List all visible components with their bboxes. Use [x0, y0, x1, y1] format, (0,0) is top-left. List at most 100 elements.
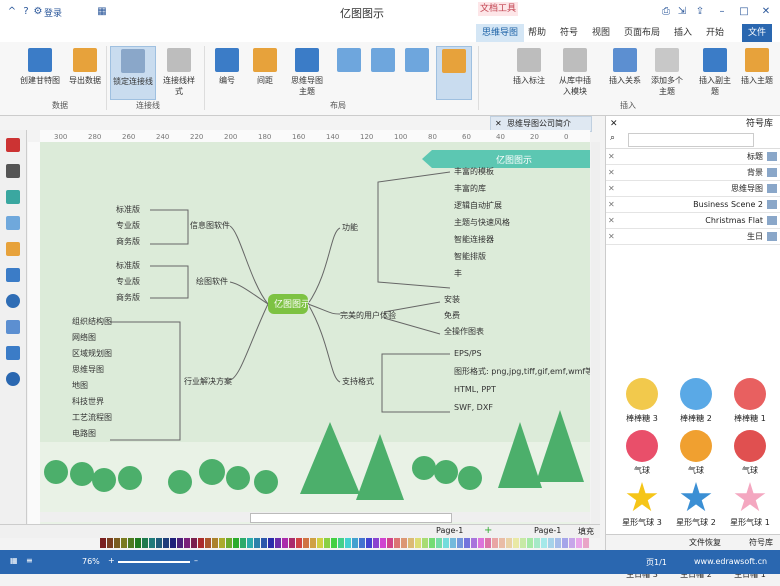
- globe-icon[interactable]: [6, 294, 20, 308]
- color-swatch[interactable]: [254, 538, 260, 548]
- color-swatch[interactable]: [219, 538, 225, 548]
- grid-view-icon[interactable]: ▦: [10, 556, 18, 565]
- symbol-item[interactable]: 星形气球 3: [618, 482, 666, 534]
- color-swatch[interactable]: [415, 538, 421, 548]
- color-swatch[interactable]: [310, 538, 316, 548]
- color-swatch[interactable]: [548, 538, 554, 548]
- color-swatch[interactable]: [121, 538, 127, 548]
- search-icon[interactable]: ⌕: [610, 133, 615, 143]
- insert-topic-button[interactable]: 插入主题: [738, 46, 776, 98]
- color-swatch[interactable]: [359, 538, 365, 548]
- color-swatch[interactable]: [513, 538, 519, 548]
- spacing-button[interactable]: 间距: [246, 46, 284, 98]
- color-palette[interactable]: [100, 538, 600, 550]
- category-item[interactable]: ✕ Business Scene 2: [606, 197, 780, 213]
- minimize-icon[interactable]: –: [716, 6, 728, 18]
- chevron-up-icon[interactable]: ^: [6, 6, 18, 18]
- color-swatch[interactable]: [226, 538, 232, 548]
- color-swatch[interactable]: [100, 538, 106, 548]
- color-swatch[interactable]: [247, 538, 253, 548]
- symbol-item[interactable]: 棒棒糖 3: [618, 378, 666, 430]
- zoom-slider[interactable]: [118, 561, 190, 563]
- horizontal-scrollbar[interactable]: [40, 512, 590, 523]
- symbol-item[interactable]: 星形气球 1: [726, 482, 774, 534]
- help-icon[interactable]: [6, 372, 20, 386]
- color-swatch[interactable]: [289, 538, 295, 548]
- symbol-item[interactable]: 星形气球 2: [672, 482, 720, 534]
- color-swatch[interactable]: [191, 538, 197, 548]
- layout-mindmap-button[interactable]: [436, 46, 472, 100]
- color-swatch[interactable]: [450, 538, 456, 548]
- tab-mindmap[interactable]: 思维导图: [476, 24, 525, 42]
- close-icon[interactable]: ✕: [608, 181, 615, 196]
- color-swatch[interactable]: [380, 538, 386, 548]
- color-swatch[interactable]: [163, 538, 169, 548]
- color-swatch[interactable]: [233, 538, 239, 548]
- color-swatch[interactable]: [373, 538, 379, 548]
- color-swatch[interactable]: [205, 538, 211, 548]
- color-swatch[interactable]: [436, 538, 442, 548]
- category-item[interactable]: ✕ 标题: [606, 149, 780, 165]
- category-item[interactable]: ✕ 背景: [606, 165, 780, 181]
- color-swatch[interactable]: [394, 538, 400, 548]
- color-swatch[interactable]: [331, 538, 337, 548]
- export-icon[interactable]: ⇲: [676, 6, 688, 18]
- layers-icon[interactable]: [6, 242, 20, 256]
- apps-icon[interactable]: ▦: [96, 6, 108, 18]
- color-swatch[interactable]: [107, 538, 113, 548]
- close-icon[interactable]: ✕: [608, 149, 615, 164]
- zoom-in-icon[interactable]: +: [108, 556, 115, 565]
- close-icon[interactable]: ✕: [608, 197, 615, 212]
- maximize-icon[interactable]: □: [738, 6, 750, 18]
- insert-subtopic-button[interactable]: 插入副主题: [696, 46, 734, 98]
- close-icon[interactable]: ✕: [760, 6, 772, 18]
- search-input[interactable]: [628, 133, 754, 147]
- color-swatch[interactable]: [198, 538, 204, 548]
- color-swatch[interactable]: [443, 538, 449, 548]
- close-icon[interactable]: ✕: [608, 213, 615, 228]
- color-swatch[interactable]: [184, 538, 190, 548]
- help-icon[interactable]: ?: [20, 6, 32, 18]
- close-icon[interactable]: ✕: [608, 165, 615, 180]
- close-icon[interactable]: ✕: [608, 229, 615, 244]
- color-swatch[interactable]: [429, 538, 435, 548]
- color-swatch[interactable]: [583, 538, 589, 548]
- symbol-item[interactable]: 气球: [618, 430, 666, 482]
- attachment-icon[interactable]: [6, 320, 20, 334]
- color-swatch[interactable]: [527, 538, 533, 548]
- vertical-scrollbar[interactable]: [591, 142, 600, 524]
- color-swatch[interactable]: [170, 538, 176, 548]
- color-swatch[interactable]: [149, 538, 155, 548]
- format-painter-icon[interactable]: [6, 138, 20, 152]
- tab-symbols-panel[interactable]: 符号库: [749, 537, 773, 548]
- color-swatch[interactable]: [240, 538, 246, 548]
- line-icon[interactable]: [6, 164, 20, 178]
- color-swatch[interactable]: [499, 538, 505, 548]
- add-multiple-topics-button[interactable]: 添加多个主题: [648, 46, 686, 98]
- color-swatch[interactable]: [464, 538, 470, 548]
- category-item[interactable]: ✕ 生日: [606, 229, 780, 245]
- color-swatch[interactable]: [135, 538, 141, 548]
- color-swatch[interactable]: [506, 538, 512, 548]
- list-view-icon[interactable]: ≡: [26, 556, 33, 565]
- close-icon[interactable]: ✕: [610, 119, 618, 129]
- color-swatch[interactable]: [457, 538, 463, 548]
- layout-tree-left-button[interactable]: [366, 46, 400, 98]
- page-tab[interactable]: Page-1: [534, 526, 561, 535]
- color-swatch[interactable]: [485, 538, 491, 548]
- image-icon[interactable]: [6, 216, 20, 230]
- color-swatch[interactable]: [156, 538, 162, 548]
- color-swatch[interactable]: [324, 538, 330, 548]
- page-icon[interactable]: [6, 268, 20, 282]
- color-swatch[interactable]: [562, 538, 568, 548]
- lock-connector-button[interactable]: 锁定连接线: [110, 46, 156, 100]
- comment-icon[interactable]: [6, 346, 20, 360]
- tab-file[interactable]: 文件: [742, 24, 773, 42]
- symbol-item[interactable]: 棒棒糖 1: [726, 378, 774, 430]
- tab-file-recovery[interactable]: 文件恢复: [689, 537, 721, 548]
- color-swatch[interactable]: [177, 538, 183, 548]
- color-swatch[interactable]: [128, 538, 134, 548]
- color-swatch[interactable]: [338, 538, 344, 548]
- color-swatch[interactable]: [317, 538, 323, 548]
- numbering-button[interactable]: 编号: [208, 46, 246, 98]
